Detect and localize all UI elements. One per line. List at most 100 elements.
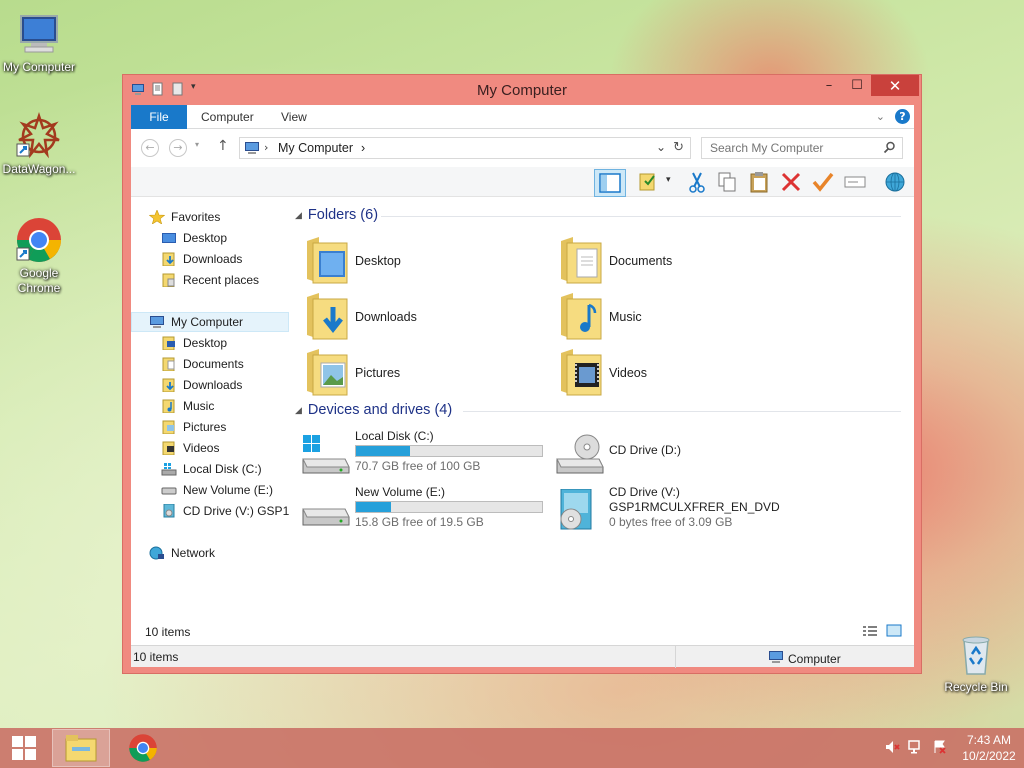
properties-dropdown-icon[interactable]: ▾ (666, 175, 671, 185)
desktop-icon-datawagon[interactable]: DataWagon... (0, 112, 78, 177)
drive-usage-bar (355, 501, 543, 513)
drive-usage-bar (355, 445, 543, 457)
sidebar-item-label: Downloads (183, 252, 243, 266)
desktop-icon-label: My Computer (2, 60, 76, 74)
checkmark-icon[interactable] (811, 171, 835, 193)
sidebar-item-desktop[interactable]: Desktop (161, 333, 227, 353)
sidebar-item-label: Documents (183, 357, 244, 371)
clock[interactable]: 7:43 AM 10/2/2022 (954, 732, 1024, 764)
collapse-triangle-icon[interactable]: ◢ (295, 405, 302, 416)
title-bar[interactable]: ▾ My Computer – ☐ ✕ (123, 75, 921, 105)
devices-group-header[interactable]: ◢ Devices and drives (4) (295, 402, 452, 418)
copy-icon[interactable] (715, 171, 739, 193)
search-box[interactable] (701, 137, 903, 159)
details-view-icon[interactable] (862, 625, 878, 640)
folder-tile-music[interactable]: Music (557, 291, 642, 343)
folder-name: Desktop (355, 254, 401, 268)
sidebar-item-network[interactable]: Network (149, 543, 215, 563)
address-dropdown-icon[interactable]: ⌄ (656, 140, 666, 154)
explorer-window[interactable]: ▾ My Computer – ☐ ✕ File Computer View ⌄… (122, 74, 922, 674)
minimize-button[interactable]: – (815, 75, 843, 96)
help-icon[interactable]: ? (895, 109, 910, 124)
refresh-icon[interactable]: ↻ (673, 140, 684, 155)
forward-button[interactable]: → (169, 139, 187, 157)
search-icon[interactable] (883, 141, 896, 157)
sidebar-item-favorites-desktop[interactable]: Desktop (161, 228, 227, 248)
collapse-triangle-icon[interactable]: ◢ (295, 210, 302, 221)
drive-free-space: 0 bytes free of 3.09 GB (609, 515, 733, 529)
maximize-button[interactable]: ☐ (843, 75, 871, 96)
volume-muted-icon[interactable] (884, 739, 900, 758)
network-globe-icon[interactable] (883, 171, 907, 193)
action-center-icon[interactable] (932, 739, 948, 758)
preview-pane-icon[interactable] (594, 169, 626, 197)
desktop-icon-recycle-bin[interactable]: Recycle Bin (936, 630, 1016, 695)
drive-free-space: 70.7 GB free of 100 GB (355, 459, 481, 473)
breadcrumb-item[interactable]: My Computer (278, 141, 353, 155)
desktop-icon-label: Google Chrome (17, 266, 61, 295)
sidebar-item-downloads[interactable]: Downloads (161, 375, 242, 395)
drive-tile-cd-drive-d[interactable]: CD Drive (D:) (555, 429, 805, 479)
sidebar-item-new-volume-e[interactable]: New Volume (E:) (161, 480, 273, 500)
window-title: My Computer (476, 82, 568, 99)
close-button[interactable]: ✕ (871, 75, 919, 96)
tab-computer[interactable]: Computer (201, 105, 254, 129)
desktop-icon-my-computer[interactable]: My Computer (0, 10, 78, 75)
properties-icon[interactable] (637, 171, 661, 193)
window-controls: – ☐ ✕ (815, 75, 919, 96)
folder-tile-desktop[interactable]: Desktop (303, 235, 401, 287)
sidebar-item-music[interactable]: Music (161, 396, 214, 416)
music-folder-icon (161, 399, 177, 414)
hard-drive-icon (301, 489, 351, 531)
chrome-icon (129, 734, 157, 762)
recent-locations-icon[interactable]: ▾ (195, 140, 199, 149)
sidebar-item-my-computer[interactable]: My Computer (131, 312, 289, 332)
back-button[interactable]: ← (141, 139, 159, 157)
status-location-label: Computer (788, 651, 841, 666)
dvd-drive-icon (161, 503, 177, 518)
sidebar-item-label: Downloads (183, 378, 243, 392)
sidebar-item-label: Videos (183, 441, 220, 455)
paste-icon[interactable] (747, 171, 771, 193)
sidebar-item-documents[interactable]: Documents (161, 354, 244, 374)
start-button[interactable] (0, 728, 48, 768)
search-input[interactable] (710, 138, 880, 158)
breadcrumb[interactable]: My Computer › (278, 141, 365, 155)
folder-tile-videos[interactable]: Videos (557, 347, 647, 399)
taskbar-file-explorer[interactable] (52, 729, 110, 767)
sidebar-item-favorites[interactable]: Favorites (149, 207, 220, 227)
address-bar[interactable]: › My Computer › ⌄ ↻ (239, 137, 691, 159)
sidebar-item-videos[interactable]: Videos (161, 438, 219, 458)
folder-tile-downloads[interactable]: Downloads (303, 291, 417, 343)
drive-tile-new-volume-e[interactable]: New Volume (E:) 15.8 GB free of 19.5 GB (301, 485, 551, 535)
network-status-icon[interactable] (908, 739, 924, 758)
sidebar-item-cd-drive-v[interactable]: CD Drive (V:) GSP1RMCULXFRER_EN_DVD (161, 501, 289, 521)
sidebar-item-pictures[interactable]: Pictures (161, 417, 226, 437)
folders-group-header[interactable]: ◢ Folders (6) (295, 207, 378, 223)
folder-tile-documents[interactable]: Documents (557, 235, 672, 287)
desktop-icon-google-chrome[interactable]: Google Chrome (0, 216, 78, 296)
sidebar-item-label: Favorites (171, 210, 221, 224)
sidebar-item-local-disk-c[interactable]: Local Disk (C:) (161, 459, 262, 479)
computer-icon (15, 10, 63, 58)
tab-file[interactable]: File (131, 105, 187, 129)
command-toolbar: ▾ (131, 167, 914, 197)
tab-view[interactable]: View (281, 105, 307, 129)
rename-icon[interactable] (843, 171, 867, 193)
sidebar-item-label: Recent places (183, 273, 260, 287)
sidebar-item-favorites-downloads[interactable]: Downloads (161, 249, 242, 269)
taskbar-google-chrome[interactable] (114, 729, 172, 767)
drive-tile-cd-drive-v[interactable]: CD Drive (V:) GSP1RMCULXFRER_EN_DVD 0 by… (555, 485, 835, 535)
expand-ribbon-icon[interactable]: ⌄ (876, 110, 885, 123)
drive-tile-local-disk-c[interactable]: Local Disk (C:) 70.7 GB free of 100 GB (301, 429, 551, 479)
breadcrumb-separator[interactable]: › (361, 141, 365, 155)
delete-icon[interactable] (779, 171, 803, 193)
up-button[interactable]: ↑ (217, 138, 229, 154)
folder-tile-pictures[interactable]: Pictures (303, 347, 400, 399)
breadcrumb-chevron-icon[interactable]: › (264, 141, 268, 154)
large-icons-view-icon[interactable] (886, 624, 902, 640)
downloads-folder-icon (161, 252, 177, 267)
divider (463, 411, 901, 412)
cut-icon[interactable] (685, 171, 709, 193)
sidebar-item-favorites-recent-places[interactable]: Recent places (161, 270, 259, 290)
